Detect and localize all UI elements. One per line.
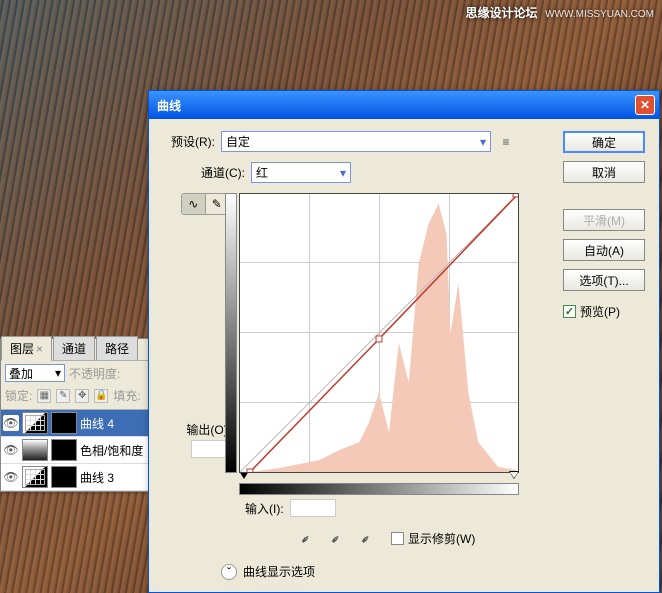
blend-mode-select[interactable]: 叠加 ▾ <box>5 364 65 382</box>
visibility-icon[interactable]: 👁 <box>3 442 19 458</box>
layer-name: 曲线 3 <box>80 469 144 486</box>
lock-all-icon[interactable]: 🔒 <box>94 389 108 403</box>
input-field[interactable] <box>290 499 336 517</box>
tab-channels[interactable]: 通道 <box>53 336 95 360</box>
layer-item[interactable]: 👁 曲线 4 <box>1 410 161 437</box>
lock-position-icon[interactable]: ✥ <box>75 389 89 403</box>
dialog-buttons: 确定 取消 平滑(M) 自动(A) 选项(T)... ✓ 预览(P) <box>563 131 645 320</box>
lock-transparent-icon[interactable]: ▦ <box>37 389 51 403</box>
auto-button[interactable]: 自动(A) <box>563 239 645 261</box>
curve[interactable] <box>240 194 518 472</box>
ok-button[interactable]: 确定 <box>563 131 645 153</box>
lock-pixels-icon[interactable]: ✎ <box>56 389 70 403</box>
tab-layers[interactable]: 图层× <box>1 336 52 361</box>
input-gradient <box>239 483 519 495</box>
curve-tool-toggle[interactable]: ∿ ✎ <box>181 193 229 215</box>
point-curve-icon[interactable]: ∿ <box>182 194 206 214</box>
watermark-url: WWW.MISSYUAN.COM <box>545 9 654 20</box>
white-point-slider[interactable] <box>509 471 519 479</box>
output-gradient <box>225 193 237 473</box>
show-clipping-label: 显示修剪(W) <box>408 530 475 547</box>
layer-list: 👁 曲线 4 👁 色相/饱和度 👁 曲线 3 fx <box>1 410 161 491</box>
dialog-titlebar[interactable]: 曲线 ✕ <box>149 91 659 119</box>
curve-display-options-toggle[interactable]: ˇ 曲线显示选项 <box>221 563 647 580</box>
adjustment-thumb-icon <box>22 466 48 488</box>
watermark-text: 思缘设计论坛 <box>465 6 537 20</box>
input-label: 输入(I): <box>245 500 284 517</box>
dialog-title: 曲线 <box>157 97 635 114</box>
channel-select[interactable]: 红 ▾ <box>251 162 351 183</box>
preview-label: 预览(P) <box>580 303 620 320</box>
gray-eyedropper-icon[interactable]: ✒ <box>327 525 352 550</box>
adjustment-thumb-icon <box>22 439 48 461</box>
expand-label: 曲线显示选项 <box>243 563 315 580</box>
mask-thumb-icon <box>51 439 77 461</box>
chevron-down-icon: ▾ <box>340 166 346 180</box>
white-eyedropper-icon[interactable]: ✒ <box>357 525 382 550</box>
preset-menu-icon[interactable]: ≡ <box>497 135 515 149</box>
preset-select[interactable]: 自定 ▾ <box>221 131 491 152</box>
lock-label: 锁定: <box>5 387 32 404</box>
adjustment-thumb-icon <box>22 412 48 434</box>
mask-thumb-icon <box>51 466 77 488</box>
layer-item[interactable]: 👁 色相/饱和度 <box>1 437 161 464</box>
layer-options: 叠加 ▾ 不透明度: 锁定: ▦ ✎ ✥ 🔒 填充: <box>1 361 161 410</box>
chevron-down-icon: ▾ <box>55 366 61 380</box>
output-label: 输出(O): <box>181 421 231 438</box>
cancel-button[interactable]: 取消 <box>563 161 645 183</box>
chevron-down-icon: ▾ <box>480 135 486 149</box>
fill-label: 填充: <box>113 387 140 404</box>
preview-checkbox[interactable]: ✓ <box>563 305 576 318</box>
channel-label: 通道(C): <box>191 164 245 181</box>
tab-paths[interactable]: 路径 <box>96 336 138 360</box>
layers-panel: 图层× 通道 路径 叠加 ▾ 不透明度: 锁定: ▦ ✎ ✥ 🔒 填充: 👁 曲… <box>0 338 162 492</box>
visibility-icon[interactable]: 👁 <box>3 469 19 485</box>
opacity-label: 不透明度: <box>69 365 120 382</box>
preset-label: 预设(R): <box>161 133 215 150</box>
black-eyedropper-icon[interactable]: ✒ <box>297 525 322 550</box>
curves-dialog: 曲线 ✕ 预设(R): 自定 ▾ ≡ 通道(C): 红 ▾ 确定 取消 平滑(M… <box>148 90 660 593</box>
smooth-button: 平滑(M) <box>563 209 645 231</box>
show-clipping-checkbox[interactable] <box>391 532 404 545</box>
close-tab-icon[interactable]: × <box>36 342 43 356</box>
curves-graph[interactable] <box>239 193 519 473</box>
watermark: 思缘设计论坛 WWW.MISSYUAN.COM <box>465 4 654 21</box>
panel-tabs: 图层× 通道 路径 <box>1 339 161 361</box>
mask-thumb-icon <box>51 412 77 434</box>
close-button[interactable]: ✕ <box>635 95 655 115</box>
visibility-icon[interactable]: 👁 <box>3 415 19 431</box>
expand-chevron-icon: ˇ <box>221 564 237 580</box>
layer-item[interactable]: 👁 曲线 3 fx <box>1 464 161 491</box>
options-button[interactable]: 选项(T)... <box>563 269 645 291</box>
